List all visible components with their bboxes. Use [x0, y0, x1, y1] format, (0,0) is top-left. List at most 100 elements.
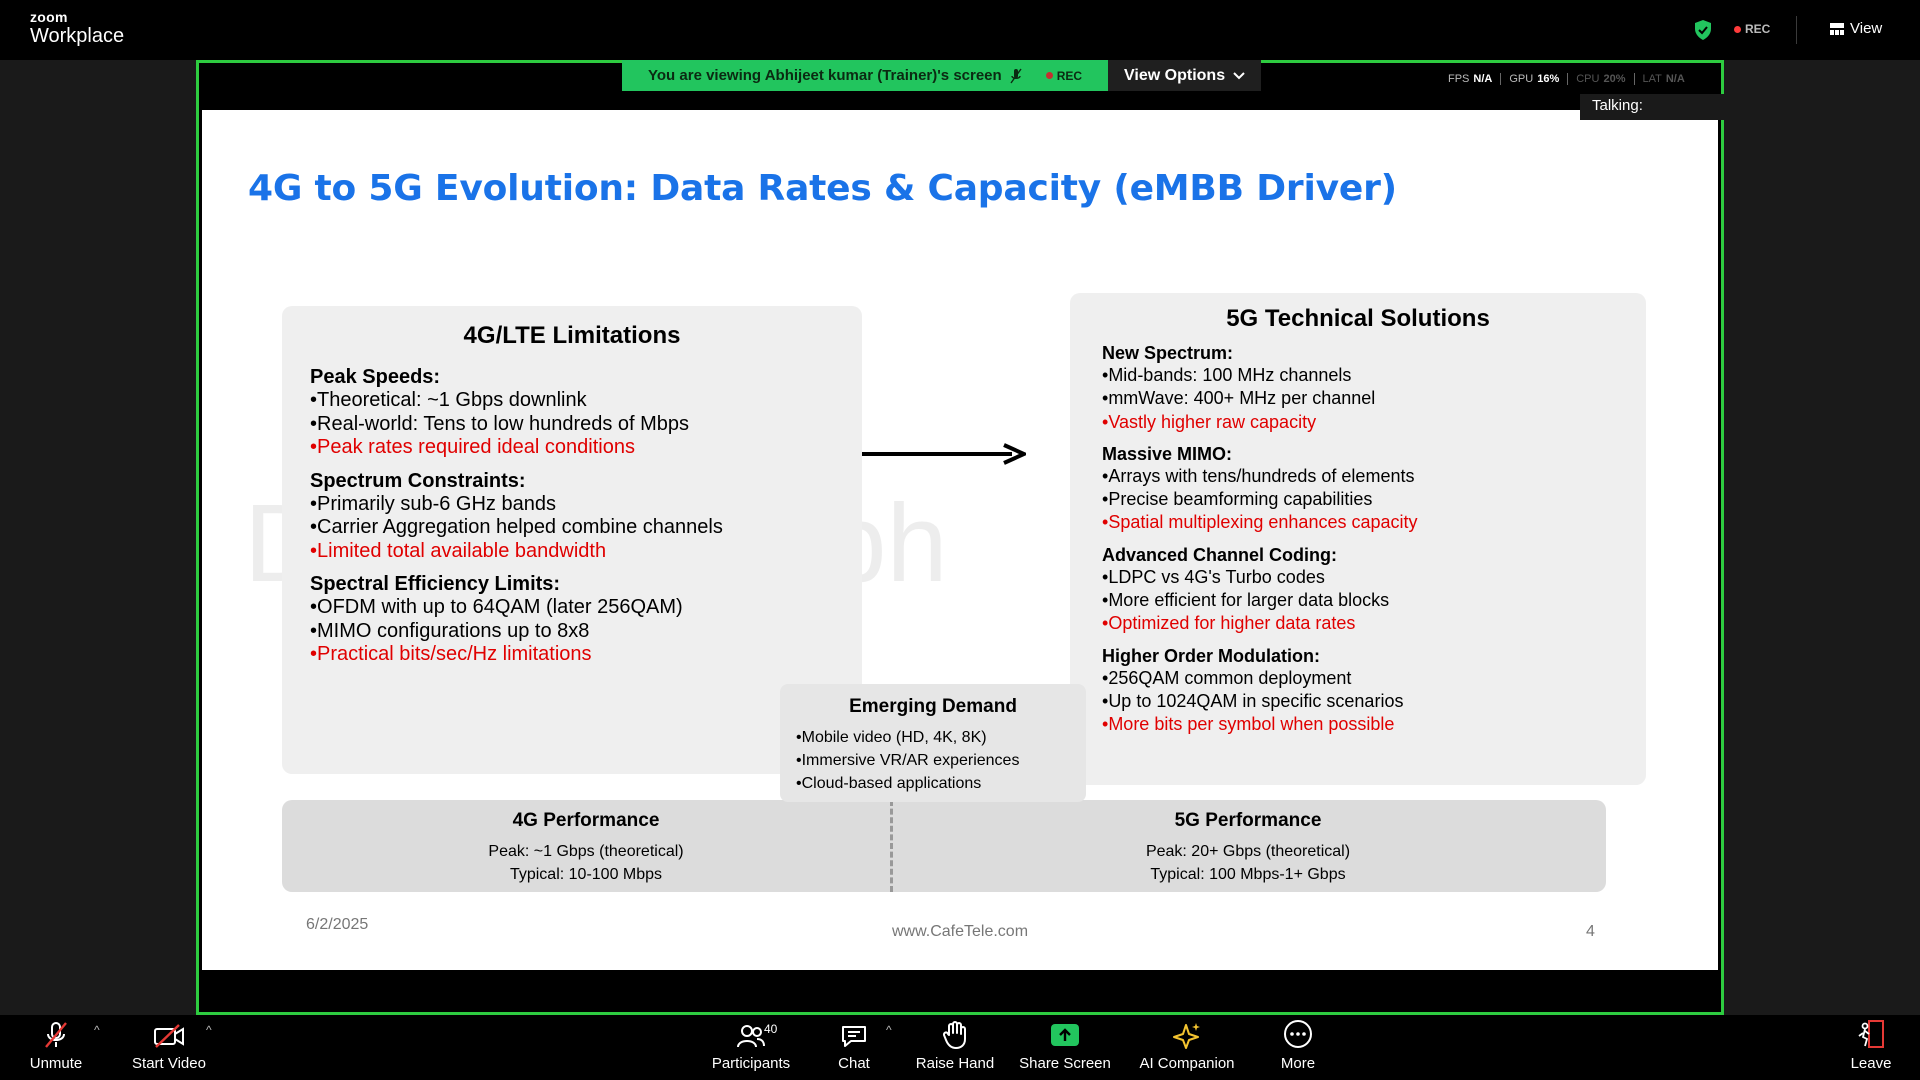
list-item: Mid-bands: 100 MHz channels [1102, 364, 1614, 387]
chat-icon [842, 1026, 866, 1047]
stat-separator [1567, 73, 1569, 85]
list-item-highlight: Limited total available bandwidth [310, 540, 834, 564]
list-item-highlight: More bits per symbol when possible [1102, 713, 1614, 736]
stat-lat: LAT N/A [1642, 73, 1685, 85]
section-new-spectrum: New Spectrum: Mid-bands: 100 MHz channel… [1102, 343, 1614, 434]
participants-button[interactable]: Participants [710, 1015, 792, 1080]
list-item: Arrays with tens/hundreds of elements [1102, 465, 1614, 488]
right-arrow-icon [862, 443, 1026, 465]
list-item-highlight: Optimized for higher data rates [1102, 612, 1614, 635]
perf-peak: Peak: ~1 Gbps (theoretical) [488, 843, 684, 860]
lte-limitations-panel: 4G/LTE Limitations Peak Speeds: Theoreti… [282, 306, 862, 774]
slide-title: 4G to 5G Evolution: Data Rates & Capacit… [248, 168, 1397, 209]
perf-typical: Typical: 10-100 Mbps [509, 866, 663, 883]
panel-title: Emerging Demand [849, 696, 1017, 717]
5g-solutions-panel: 5G Technical Solutions New Spectrum: Mid… [1070, 293, 1646, 785]
view-options-label: View Options [1124, 66, 1226, 84]
rec-dot-icon [1045, 72, 1053, 79]
stat-fps: FPS N/A [1448, 73, 1493, 85]
presentation-slide: 4G to 5G Evolution: Data Rates & Capacit… [202, 110, 1718, 970]
list-item: Cloud-based applications [796, 772, 1070, 795]
list-item: Carrier Aggregation helped combine chann… [310, 516, 834, 540]
list-item: More efficient for larger data blocks [1102, 589, 1614, 612]
viewing-text: You are viewing Abhijeet kumar (Trainer)… [648, 67, 1002, 84]
participants-label: Participants [711, 1055, 791, 1072]
list-item: 256QAM common deployment [1102, 667, 1614, 690]
section-heading: Higher Order Modulation: [1102, 645, 1320, 666]
chat-options-caret[interactable]: ^ [886, 1023, 892, 1037]
5g-performance: 5G Performance Peak: 20+ Gbps (theoretic… [890, 810, 1606, 886]
start-video-button[interactable]: Start Video [128, 1015, 210, 1080]
list-item: Real-world: Tens to low hundreds of Mbps [310, 413, 834, 437]
section-heading: Spectral Efficiency Limits: [310, 573, 561, 595]
list-item: OFDM with up to 64QAM (later 256QAM) [310, 596, 834, 620]
section-heading: Advanced Channel Coding: [1102, 544, 1338, 565]
participants-icon [737, 1025, 765, 1048]
unmute-button[interactable]: Unmute [26, 1015, 86, 1080]
leave-label: Leave [1850, 1055, 1892, 1072]
emerging-demand-panel: Emerging Demand Mobile video (HD, 4K, 8K… [780, 684, 1086, 802]
section-spectral-efficiency: Spectral Efficiency Limits: OFDM with up… [310, 573, 834, 667]
meeting-toolbar: Unmute ^ Start Video ^ Participants 40 C… [0, 1015, 1920, 1080]
slide-page-number: 4 [1586, 923, 1595, 940]
section-heading: Spectrum Constraints: [310, 469, 526, 492]
start-video-label: Start Video [132, 1055, 206, 1072]
talking-indicator: Talking: [1580, 94, 1908, 120]
perf-typical: Typical: 100 Mbps-1+ Gbps [1150, 866, 1346, 883]
talking-label: Talking: [1592, 97, 1643, 114]
muted-mic-icon [45, 1022, 67, 1048]
brand-top: zoom [30, 9, 68, 25]
ai-companion-button[interactable]: AI Companion [1134, 1015, 1240, 1080]
viewing-status: You are viewing Abhijeet kumar (Trainer)… [622, 60, 1109, 91]
view-button[interactable]: View [1830, 20, 1882, 37]
more-label: More [1280, 1055, 1316, 1072]
ai-companion-label: AI Companion [1139, 1055, 1235, 1072]
top-bar: zoom Workplace REC View [0, 0, 1920, 60]
rec-dot-icon [1734, 25, 1741, 33]
section-modulation: Higher Order Modulation: 256QAM common d… [1102, 646, 1614, 737]
leave-button[interactable]: Leave [1846, 1015, 1896, 1080]
chat-button[interactable]: Chat [830, 1015, 878, 1080]
list-item-highlight: Vastly higher raw capacity [1102, 411, 1614, 434]
4g-performance: 4G Performance Peak: ~1 Gbps (theoretica… [282, 810, 890, 886]
perf-title: 4G Performance [512, 810, 660, 831]
list-item: Immersive VR/AR experiences [796, 749, 1070, 772]
video-options-caret[interactable]: ^ [206, 1023, 212, 1037]
perf-title: 5G Performance [1174, 810, 1322, 831]
section-massive-mimo: Massive MIMO: Arrays with tens/hundreds … [1102, 444, 1614, 535]
rec-label: REC [1745, 22, 1771, 36]
viewing-rec: REC [1045, 68, 1083, 83]
perf-peak: Peak: 20+ Gbps (theoretical) [1145, 843, 1351, 860]
list-item: Mobile video (HD, 4K, 8K) [796, 726, 1070, 749]
share-screen-label: Share Screen [1019, 1055, 1111, 1072]
section-spectrum: Spectrum Constraints: Primarily sub-6 GH… [310, 470, 834, 564]
viewing-rec-label: REC [1056, 68, 1083, 83]
participants-count: 40 [764, 1022, 778, 1036]
audio-options-caret[interactable]: ^ [94, 1023, 100, 1037]
list-item: Theoretical: ~1 Gbps downlink [310, 389, 834, 413]
list-item-highlight: Spatial multiplexing enhances capacity [1102, 511, 1614, 534]
shared-screen[interactable]: 4G to 5G Evolution: Data Rates & Capacit… [196, 60, 1724, 1015]
share-screen-button[interactable]: Share Screen [1018, 1015, 1112, 1080]
performance-stats: FPS N/A GPU 16% CPU 20% LAT N/A [1448, 73, 1685, 85]
list-item: Primarily sub-6 GHz bands [310, 493, 834, 517]
view-label: View [1850, 20, 1883, 37]
recording-indicator[interactable]: REC [1734, 22, 1770, 36]
section-channel-coding: Advanced Channel Coding: LDPC vs 4G's Tu… [1102, 545, 1614, 636]
raise-hand-button[interactable]: Raise Hand [914, 1015, 996, 1080]
more-button[interactable]: More [1272, 1015, 1324, 1080]
brand-bottom: Workplace [30, 25, 125, 47]
panel-title: 4G/LTE Limitations [463, 322, 681, 349]
share-screen-icon [1051, 1024, 1079, 1046]
list-item: MIMO configurations up to 8x8 [310, 620, 834, 644]
list-item-highlight: Peak rates required ideal conditions [310, 436, 834, 460]
stat-separator [1633, 73, 1635, 85]
performance-comparison-bar: 4G Performance Peak: ~1 Gbps (theoretica… [282, 800, 1606, 892]
section-heading: Peak Speeds: [310, 366, 441, 388]
leave-door-icon [1858, 1020, 1884, 1048]
ai-sparkle-icon [1173, 1023, 1200, 1049]
list-item: Up to 1024QAM in specific scenarios [1102, 690, 1614, 713]
security-shield-icon[interactable] [1694, 20, 1712, 40]
list-item: Precise beamforming capabilities [1102, 488, 1614, 511]
view-options-button[interactable]: View Options [1108, 60, 1262, 91]
